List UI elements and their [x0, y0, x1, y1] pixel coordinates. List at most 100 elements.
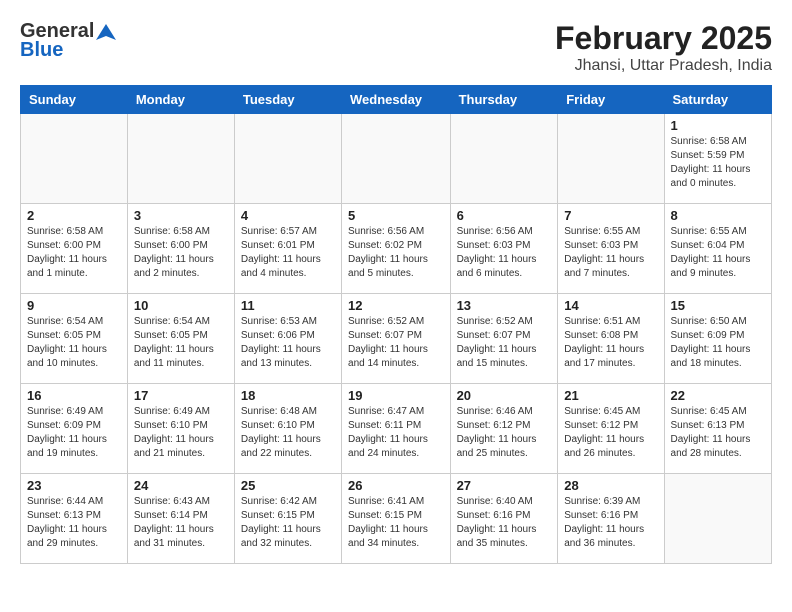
day-number: 28 — [564, 478, 657, 493]
calendar-cell: 15 Sunrise: 6:50 AM Sunset: 6:09 PM Dayli… — [664, 294, 771, 384]
calendar-week-2: 9 Sunrise: 6:54 AM Sunset: 6:05 PM Daylig… — [21, 294, 772, 384]
day-number: 12 — [348, 298, 444, 313]
day-info: Sunrise: 6:43 AM Sunset: 6:14 PM Dayligh… — [134, 495, 228, 551]
day-number: 24 — [134, 478, 228, 493]
day-info: Sunrise: 6:55 AM Sunset: 6:04 PM Dayligh… — [671, 225, 765, 281]
day-info: Sunrise: 6:47 AM Sunset: 6:11 PM Dayligh… — [348, 405, 444, 461]
page-header: General Blue February 2025 Jhansi, Uttar… — [20, 20, 772, 75]
calendar-cell: 17 Sunrise: 6:49 AM Sunset: 6:10 PM Dayli… — [127, 384, 234, 474]
calendar-cell: 10 Sunrise: 6:54 AM Sunset: 6:05 PM Dayli… — [127, 294, 234, 384]
calendar-cell: 23 Sunrise: 6:44 AM Sunset: 6:13 PM Dayli… — [21, 474, 128, 564]
calendar-cell: 24 Sunrise: 6:43 AM Sunset: 6:14 PM Dayli… — [127, 474, 234, 564]
day-info: Sunrise: 6:58 AM Sunset: 6:00 PM Dayligh… — [27, 225, 121, 281]
calendar-cell: 7 Sunrise: 6:55 AM Sunset: 6:03 PM Daylig… — [558, 204, 664, 294]
calendar-cell: 20 Sunrise: 6:46 AM Sunset: 6:12 PM Dayli… — [450, 384, 558, 474]
day-header-friday: Friday — [558, 86, 664, 114]
day-number: 2 — [27, 208, 121, 223]
calendar-cell: 5Sunrise: 6:56 AM Sunset: 6:02 PM Daylig… — [342, 204, 451, 294]
calendar-cell: 8 Sunrise: 6:55 AM Sunset: 6:04 PM Daylig… — [664, 204, 771, 294]
day-info: Sunrise: 6:42 AM Sunset: 6:15 PM Dayligh… — [241, 495, 335, 551]
day-number: 25 — [241, 478, 335, 493]
logo-blue-text: Blue — [20, 39, 63, 62]
day-info: Sunrise: 6:49 AM Sunset: 6:09 PM Dayligh… — [27, 405, 121, 461]
day-number: 20 — [457, 388, 552, 403]
day-header-wednesday: Wednesday — [342, 86, 451, 114]
day-info: Sunrise: 6:39 AM Sunset: 6:16 PM Dayligh… — [564, 495, 657, 551]
day-number: 22 — [671, 388, 765, 403]
calendar-cell: 6 Sunrise: 6:56 AM Sunset: 6:03 PM Daylig… — [450, 204, 558, 294]
day-info: Sunrise: 6:55 AM Sunset: 6:03 PM Dayligh… — [564, 225, 657, 281]
day-number: 13 — [457, 298, 552, 313]
calendar-cell — [234, 114, 341, 204]
day-info: Sunrise: 6:54 AM Sunset: 6:05 PM Dayligh… — [134, 315, 228, 371]
day-number: 1 — [671, 118, 765, 133]
calendar-cell: 16 Sunrise: 6:49 AM Sunset: 6:09 PM Dayli… — [21, 384, 128, 474]
calendar-cell: 19 Sunrise: 6:47 AM Sunset: 6:11 PM Dayli… — [342, 384, 451, 474]
calendar-cell: 11 Sunrise: 6:53 AM Sunset: 6:06 PM Dayli… — [234, 294, 341, 384]
day-number: 10 — [134, 298, 228, 313]
day-number: 8 — [671, 208, 765, 223]
day-header-tuesday: Tuesday — [234, 86, 341, 114]
calendar-cell: 2 Sunrise: 6:58 AM Sunset: 6:00 PM Daylig… — [21, 204, 128, 294]
calendar-week-4: 23 Sunrise: 6:44 AM Sunset: 6:13 PM Dayli… — [21, 474, 772, 564]
day-number: 9 — [27, 298, 121, 313]
day-info: Sunrise: 6:58 AM Sunset: 5:59 PM Dayligh… — [671, 135, 765, 191]
day-header-saturday: Saturday — [664, 86, 771, 114]
location-subtitle: Jhansi, Uttar Pradesh, India — [555, 57, 772, 75]
day-info: Sunrise: 6:52 AM Sunset: 6:07 PM Dayligh… — [457, 315, 552, 371]
logo-icon — [96, 22, 116, 42]
day-number: 15 — [671, 298, 765, 313]
day-number: 7 — [564, 208, 657, 223]
day-info: Sunrise: 6:53 AM Sunset: 6:06 PM Dayligh… — [241, 315, 335, 371]
calendar-table: SundayMondayTuesdayWednesdayThursdayFrid… — [20, 85, 772, 564]
day-header-thursday: Thursday — [450, 86, 558, 114]
day-number: 23 — [27, 478, 121, 493]
calendar-cell — [664, 474, 771, 564]
calendar-cell: 26 Sunrise: 6:41 AM Sunset: 6:15 PM Dayli… — [342, 474, 451, 564]
day-number: 21 — [564, 388, 657, 403]
calendar-cell: 1 Sunrise: 6:58 AM Sunset: 5:59 PM Daylig… — [664, 114, 771, 204]
day-header-sunday: Sunday — [21, 86, 128, 114]
calendar-cell: 21 Sunrise: 6:45 AM Sunset: 6:12 PM Dayli… — [558, 384, 664, 474]
day-number: 26 — [348, 478, 444, 493]
day-number: 16 — [27, 388, 121, 403]
calendar-cell: 25 Sunrise: 6:42 AM Sunset: 6:15 PM Dayli… — [234, 474, 341, 564]
calendar-cell: 12 Sunrise: 6:52 AM Sunset: 6:07 PM Dayli… — [342, 294, 451, 384]
day-info: Sunrise: 6:45 AM Sunset: 6:13 PM Dayligh… — [671, 405, 765, 461]
day-info: Sunrise: 6:49 AM Sunset: 6:10 PM Dayligh… — [134, 405, 228, 461]
calendar-cell: 13 Sunrise: 6:52 AM Sunset: 6:07 PM Dayli… — [450, 294, 558, 384]
day-info: Sunrise: 6:57 AM Sunset: 6:01 PM Dayligh… — [241, 225, 335, 281]
calendar-cell — [127, 114, 234, 204]
day-number: 18 — [241, 388, 335, 403]
calendar-cell: 3Sunrise: 6:58 AM Sunset: 6:00 PM Daylig… — [127, 204, 234, 294]
day-info: Sunrise: 6:56 AM Sunset: 6:03 PM Dayligh… — [457, 225, 552, 281]
day-info: Sunrise: 6:52 AM Sunset: 6:07 PM Dayligh… — [348, 315, 444, 371]
day-number: 5 — [348, 208, 444, 223]
day-number: 11 — [241, 298, 335, 313]
day-info: Sunrise: 6:58 AM Sunset: 6:00 PM Dayligh… — [134, 225, 228, 281]
calendar-cell: 18Sunrise: 6:48 AM Sunset: 6:10 PM Dayli… — [234, 384, 341, 474]
day-info: Sunrise: 6:41 AM Sunset: 6:15 PM Dayligh… — [348, 495, 444, 551]
day-number: 19 — [348, 388, 444, 403]
day-number: 14 — [564, 298, 657, 313]
calendar-cell — [450, 114, 558, 204]
calendar-cell — [21, 114, 128, 204]
logo: General Blue — [20, 20, 118, 62]
day-number: 17 — [134, 388, 228, 403]
calendar-cell — [558, 114, 664, 204]
day-info: Sunrise: 6:46 AM Sunset: 6:12 PM Dayligh… — [457, 405, 552, 461]
day-info: Sunrise: 6:44 AM Sunset: 6:13 PM Dayligh… — [27, 495, 121, 551]
day-number: 6 — [457, 208, 552, 223]
month-title: February 2025 — [555, 20, 772, 57]
calendar-title-area: February 2025 Jhansi, Uttar Pradesh, Ind… — [555, 20, 772, 75]
calendar-header-row: SundayMondayTuesdayWednesdayThursdayFrid… — [21, 86, 772, 114]
day-info: Sunrise: 6:45 AM Sunset: 6:12 PM Dayligh… — [564, 405, 657, 461]
calendar-week-3: 16 Sunrise: 6:49 AM Sunset: 6:09 PM Dayli… — [21, 384, 772, 474]
calendar-cell: 22 Sunrise: 6:45 AM Sunset: 6:13 PM Dayli… — [664, 384, 771, 474]
day-info: Sunrise: 6:40 AM Sunset: 6:16 PM Dayligh… — [457, 495, 552, 551]
calendar-cell: 28 Sunrise: 6:39 AM Sunset: 6:16 PM Dayli… — [558, 474, 664, 564]
day-info: Sunrise: 6:50 AM Sunset: 6:09 PM Dayligh… — [671, 315, 765, 371]
calendar-cell: 9 Sunrise: 6:54 AM Sunset: 6:05 PM Daylig… — [21, 294, 128, 384]
day-info: Sunrise: 6:54 AM Sunset: 6:05 PM Dayligh… — [27, 315, 121, 371]
calendar-cell — [342, 114, 451, 204]
